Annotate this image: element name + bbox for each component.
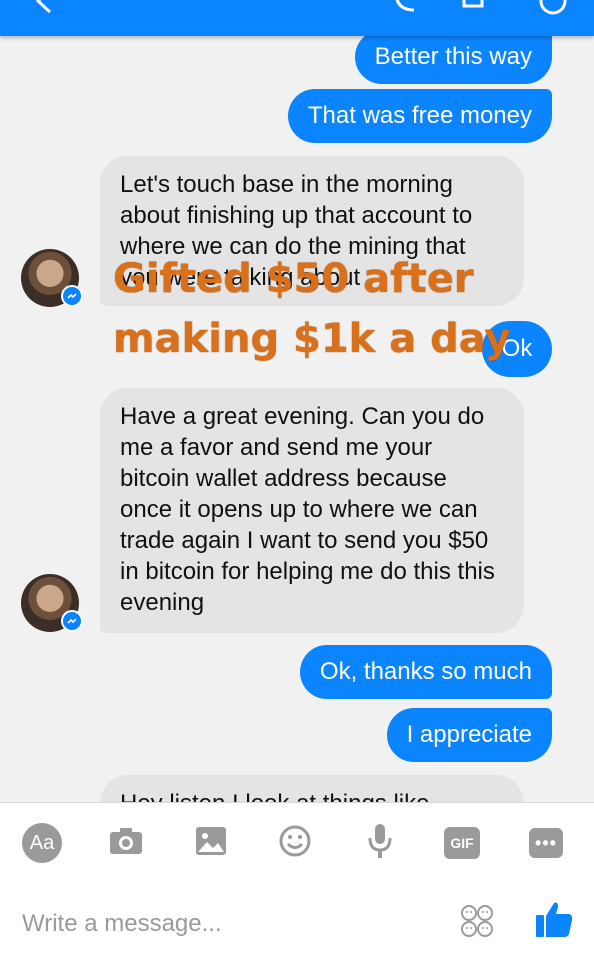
emoji-icon [278, 824, 312, 863]
sticker-icon [459, 903, 495, 944]
camera-icon [108, 826, 144, 861]
outgoing-message[interactable]: Ok, thanks so much [299, 645, 552, 699]
photo-button[interactable] [191, 823, 231, 863]
more-options-button[interactable]: ••• [529, 828, 563, 858]
overlay-caption-line1: Gifted $50 after [113, 256, 474, 302]
conversation-thread[interactable]: Better this way That was free money Let'… [0, 36, 594, 802]
messenger-badge-icon [61, 285, 83, 307]
message-composer: Aa GIF ••• Write a message... [0, 802, 594, 961]
contact-avatar[interactable] [21, 249, 83, 307]
call-icon[interactable] [390, 0, 420, 16]
microphone-icon [367, 823, 393, 864]
overlay-caption-line2: making $1k a day [113, 316, 511, 362]
outgoing-message[interactable]: Better this way [354, 36, 552, 84]
message-input[interactable] [20, 903, 424, 945]
photo-icon [195, 826, 227, 861]
incoming-message[interactable]: Hey listen I look at things like [100, 775, 524, 802]
app-header [0, 0, 594, 36]
like-button[interactable] [533, 899, 575, 943]
incoming-message[interactable]: Have a great evening. Can you do me a fa… [100, 388, 524, 633]
like-icon [534, 899, 574, 944]
info-icon[interactable] [538, 0, 568, 16]
video-call-icon[interactable] [460, 0, 490, 16]
contact-avatar[interactable] [21, 574, 83, 632]
outgoing-message[interactable]: I appreciate [386, 708, 552, 762]
messenger-badge-icon [61, 610, 83, 632]
gif-button[interactable]: GIF [444, 827, 480, 859]
text-style-button[interactable]: Aa [22, 823, 62, 863]
camera-button[interactable] [106, 823, 146, 863]
emoji-button[interactable] [275, 823, 315, 863]
outgoing-message[interactable]: That was free money [287, 89, 552, 143]
back-arrow-icon[interactable] [30, 0, 60, 16]
voice-button[interactable] [360, 823, 400, 863]
sticker-button[interactable] [457, 903, 497, 943]
